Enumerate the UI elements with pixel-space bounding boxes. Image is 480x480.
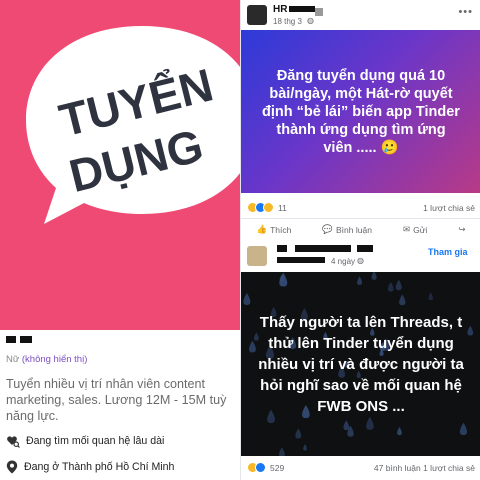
wow-reaction-icon <box>263 202 274 213</box>
gender-value: Nữ <box>6 354 20 365</box>
raindrop-shape <box>387 281 394 292</box>
location-pin-icon <box>6 460 18 474</box>
profile-photo[interactable]: TUYỂN DỤNG <box>0 0 240 330</box>
profile-bio: Tuyển nhiều vị trí nhân viên content mar… <box>6 377 227 423</box>
comment-icon: 💬 <box>322 224 333 234</box>
looking-for-text: Đang tìm mối quan hệ lâu dài <box>26 435 165 447</box>
post-1-stats: 11 1 lượt chia sẻ <box>241 199 480 217</box>
share-count[interactable]: 1 lượt chia sẻ <box>423 203 475 213</box>
location-row: Đang ở Thành phố Hồ Chí Minh <box>6 460 174 474</box>
raindrop-shape <box>399 294 406 306</box>
speech-bubble-graphic: TUYỂN DỤNG <box>26 26 240 224</box>
profile-info: Nữ (không hiển thị) Tuyển nhiều vị trí n… <box>0 330 240 480</box>
post-date: 18 thg 3 <box>273 17 302 26</box>
redacted-name <box>6 336 32 343</box>
redacted-group-3 <box>357 245 373 252</box>
post-2-stats: 529 47 bình luận 1 lượt chia sẻ <box>241 459 480 477</box>
like-label: Thích <box>270 224 292 235</box>
comment-button[interactable]: 💬 Bình luận <box>322 224 372 235</box>
reaction-count: 11 <box>278 202 287 213</box>
redacted-mark <box>315 8 323 16</box>
raindrop-shape <box>279 447 285 456</box>
post-2-header: 4 ngày ◍ Tham gia <box>241 240 480 270</box>
thumbs-up-icon: 👍 <box>256 224 268 234</box>
post-1-body: Đăng tuyển dụng quá 10 bài/ngày, một Hát… <box>262 67 460 156</box>
globe-icon: ◍ <box>357 256 364 265</box>
redacted-member <box>277 257 325 263</box>
tinder-profile-panel: TUYỂN DỤNG Nữ (không hiển thị) Tuyển nhi… <box>0 0 240 480</box>
raindrop-shape <box>371 272 377 280</box>
reaction-count: 529 <box>270 462 285 473</box>
share-button[interactable]: ↪ <box>458 224 465 235</box>
raindrop-shape <box>395 279 402 291</box>
join-group-link[interactable]: Tham gia <box>428 247 468 257</box>
post-1-actions: 👍 Thích 💬 Bình luận ✉ Gửi ↪ <box>241 218 480 240</box>
raindrop-shape <box>303 443 307 451</box>
post-author[interactable]: HR <box>273 4 287 15</box>
post-1-header: HR 18 thg 3 ◍ ••• <box>241 0 480 30</box>
post-1-image[interactable]: Đăng tuyển dụng quá 10 bài/ngày, một Hát… <box>241 30 480 193</box>
more-options-icon[interactable]: ••• <box>458 6 473 18</box>
like-reaction-icon <box>255 462 266 473</box>
crying-emoji-icon: 🥲 <box>380 139 399 156</box>
share-icon: ↪ <box>458 224 466 234</box>
reactions-summary[interactable]: 11 <box>247 202 287 213</box>
gender-line: Nữ (không hiển thị) <box>6 354 87 365</box>
messenger-icon: ✉ <box>402 224 411 234</box>
raindrop-shape <box>295 428 302 439</box>
post-2-text: Thấy người ta lên Threads, t thử lên Tin… <box>258 313 464 415</box>
raindrop-shape <box>243 293 251 306</box>
gender-hidden-note: (không hiển thị) <box>21 354 88 365</box>
share-count[interactable]: 1 lượt chia sẻ <box>423 463 475 473</box>
post-2-image[interactable]: Thấy người ta lên Threads, t thử lên Tin… <box>241 272 480 456</box>
raindrop-shape <box>366 416 374 430</box>
like-button[interactable]: 👍 Thích <box>257 224 292 235</box>
redacted-author <box>289 6 315 12</box>
comment-share-count: 47 bình luận 1 lượt chia sẻ <box>374 463 475 473</box>
raindrop-shape <box>459 422 468 436</box>
facebook-feed-panel: HR 18 thg 3 ◍ ••• Đăng tuyển dụng quá 10… <box>240 0 480 480</box>
raindrop-shape <box>397 426 402 436</box>
location-text: Đang ở Thành phố Hồ Chí Minh <box>24 461 175 473</box>
redacted-group-1 <box>277 245 287 252</box>
reactions-summary[interactable]: 529 <box>247 462 284 473</box>
comment-label: Bình luận <box>336 224 372 235</box>
heart-search-icon <box>7 436 20 448</box>
comment-count[interactable]: 47 bình luận <box>374 463 421 473</box>
raindrop-shape <box>357 276 363 285</box>
raindrop-shape <box>467 325 474 336</box>
avatar[interactable] <box>247 5 267 25</box>
redacted-group-2 <box>295 245 351 252</box>
group-avatar[interactable] <box>247 246 267 266</box>
looking-for-row: Đang tìm mối quan hệ lâu dài <box>6 434 164 448</box>
post-1-text: Đăng tuyển dụng quá 10 bài/ngày, một Hát… <box>261 67 461 157</box>
send-button[interactable]: ✉ Gửi <box>403 224 427 235</box>
raindrop-shape <box>343 420 350 431</box>
raindrop-shape <box>428 292 433 301</box>
send-label: Gửi <box>413 224 428 235</box>
globe-icon: ◍ <box>307 16 314 25</box>
post-date: 4 ngày <box>331 257 356 266</box>
